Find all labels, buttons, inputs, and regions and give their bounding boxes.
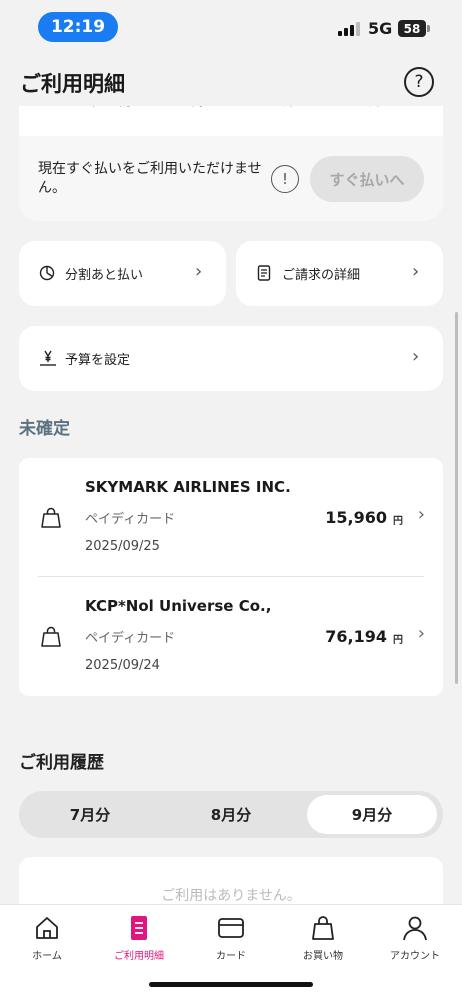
transaction-amount: 15,960	[325, 508, 387, 527]
unconfirmed-transactions-list: SKYMARK AIRLINES INC. ペイディカード 2025/09/25…	[19, 458, 443, 696]
shopping-bag-icon	[308, 913, 338, 943]
battery-tip	[427, 25, 430, 32]
network-type: 5G	[368, 19, 393, 38]
instant-pay-button[interactable]: すぐ払いへ	[310, 156, 424, 202]
card-icon	[216, 913, 246, 943]
home-icon	[32, 913, 62, 943]
transaction-row[interactable]: KCP*Nol Universe Co., ペイディカード 2025/09/24…	[19, 577, 443, 695]
transaction-date: 2025/09/25	[85, 539, 160, 554]
transaction-card: ペイディカード	[85, 631, 176, 646]
transaction-date: 2025/09/24	[85, 658, 160, 673]
set-budget-label: 予算を設定	[65, 353, 131, 368]
transaction-merchant: SKYMARK AIRLINES INC.	[85, 478, 291, 496]
status-bar: 12:19 5G 58	[0, 0, 462, 54]
status-time: 12:19	[38, 12, 118, 42]
installment-label: 分割あと払い	[65, 268, 144, 283]
shopping-bag-icon	[41, 507, 61, 528]
home-indicator	[149, 982, 313, 987]
month-tab-bar: 7月分 8月分 9月分	[19, 791, 443, 838]
nav-label: アカウント	[390, 951, 440, 962]
summary-card: 15,960円 0円 0円 0円 現在すぐ払いをご利用いただけません。 ! すぐ…	[19, 100, 443, 221]
nav-label: お買い物	[303, 951, 343, 962]
transaction-card: ペイディカード	[85, 512, 176, 527]
instant-pay-message: 現在すぐ払いをご利用いただけません。	[38, 161, 262, 196]
nav-label: ご利用明細	[114, 951, 164, 962]
statement-icon	[124, 913, 154, 943]
help-icon[interactable]: ?	[404, 67, 434, 97]
history-heading: ご利用履歴	[19, 753, 104, 773]
document-icon	[257, 265, 271, 281]
signal-icon	[338, 22, 360, 36]
nav-shopping[interactable]: お買い物	[283, 913, 363, 973]
battery-icon: 58	[398, 20, 426, 37]
nav-account[interactable]: アカウント	[375, 913, 455, 973]
currency-unit: 円	[393, 635, 403, 646]
scrollbar[interactable]	[455, 312, 458, 684]
transaction-amount: 76,194	[325, 627, 387, 646]
tab-july[interactable]: 7月分	[25, 795, 155, 834]
transaction-row[interactable]: SKYMARK AIRLINES INC. ペイディカード 2025/09/25…	[19, 458, 443, 576]
page-title: ご利用明細	[20, 72, 125, 96]
instant-pay-row: 現在すぐ払いをご利用いただけません。 ! すぐ払いへ	[19, 136, 443, 221]
chevron-right-icon: ›	[412, 346, 420, 367]
tab-september[interactable]: 9月分	[307, 795, 437, 834]
set-budget-button[interactable]: 予算を設定 ›	[19, 326, 443, 391]
transaction-merchant: KCP*Nol Universe Co.,	[85, 597, 272, 615]
nav-label: カード	[216, 951, 246, 962]
tab-august[interactable]: 8月分	[166, 795, 296, 834]
billing-details-label: ご請求の詳細	[282, 268, 361, 283]
info-warning-icon[interactable]: !	[271, 165, 299, 193]
pie-chart-icon	[39, 265, 55, 281]
yen-budget-icon	[40, 350, 56, 366]
empty-message: ご利用はありません。	[161, 888, 301, 904]
nav-card[interactable]: カード	[191, 913, 271, 973]
installment-button[interactable]: 分割あと払い ›	[19, 241, 226, 306]
shopping-bag-icon	[41, 626, 61, 647]
nav-label: ホーム	[32, 951, 62, 962]
chevron-right-icon: ›	[417, 504, 425, 525]
billing-details-button[interactable]: ご請求の詳細 ›	[236, 241, 443, 306]
chevron-right-icon: ›	[412, 261, 420, 282]
unconfirmed-heading: 未確定	[19, 419, 70, 439]
app-header: ご利用明細 ?	[0, 54, 462, 106]
account-icon	[400, 913, 430, 943]
chevron-right-icon: ›	[417, 623, 425, 644]
currency-unit: 円	[393, 516, 403, 527]
chevron-right-icon: ›	[195, 261, 203, 282]
nav-statement[interactable]: ご利用明細	[99, 913, 179, 973]
nav-home[interactable]: ホーム	[7, 913, 87, 973]
